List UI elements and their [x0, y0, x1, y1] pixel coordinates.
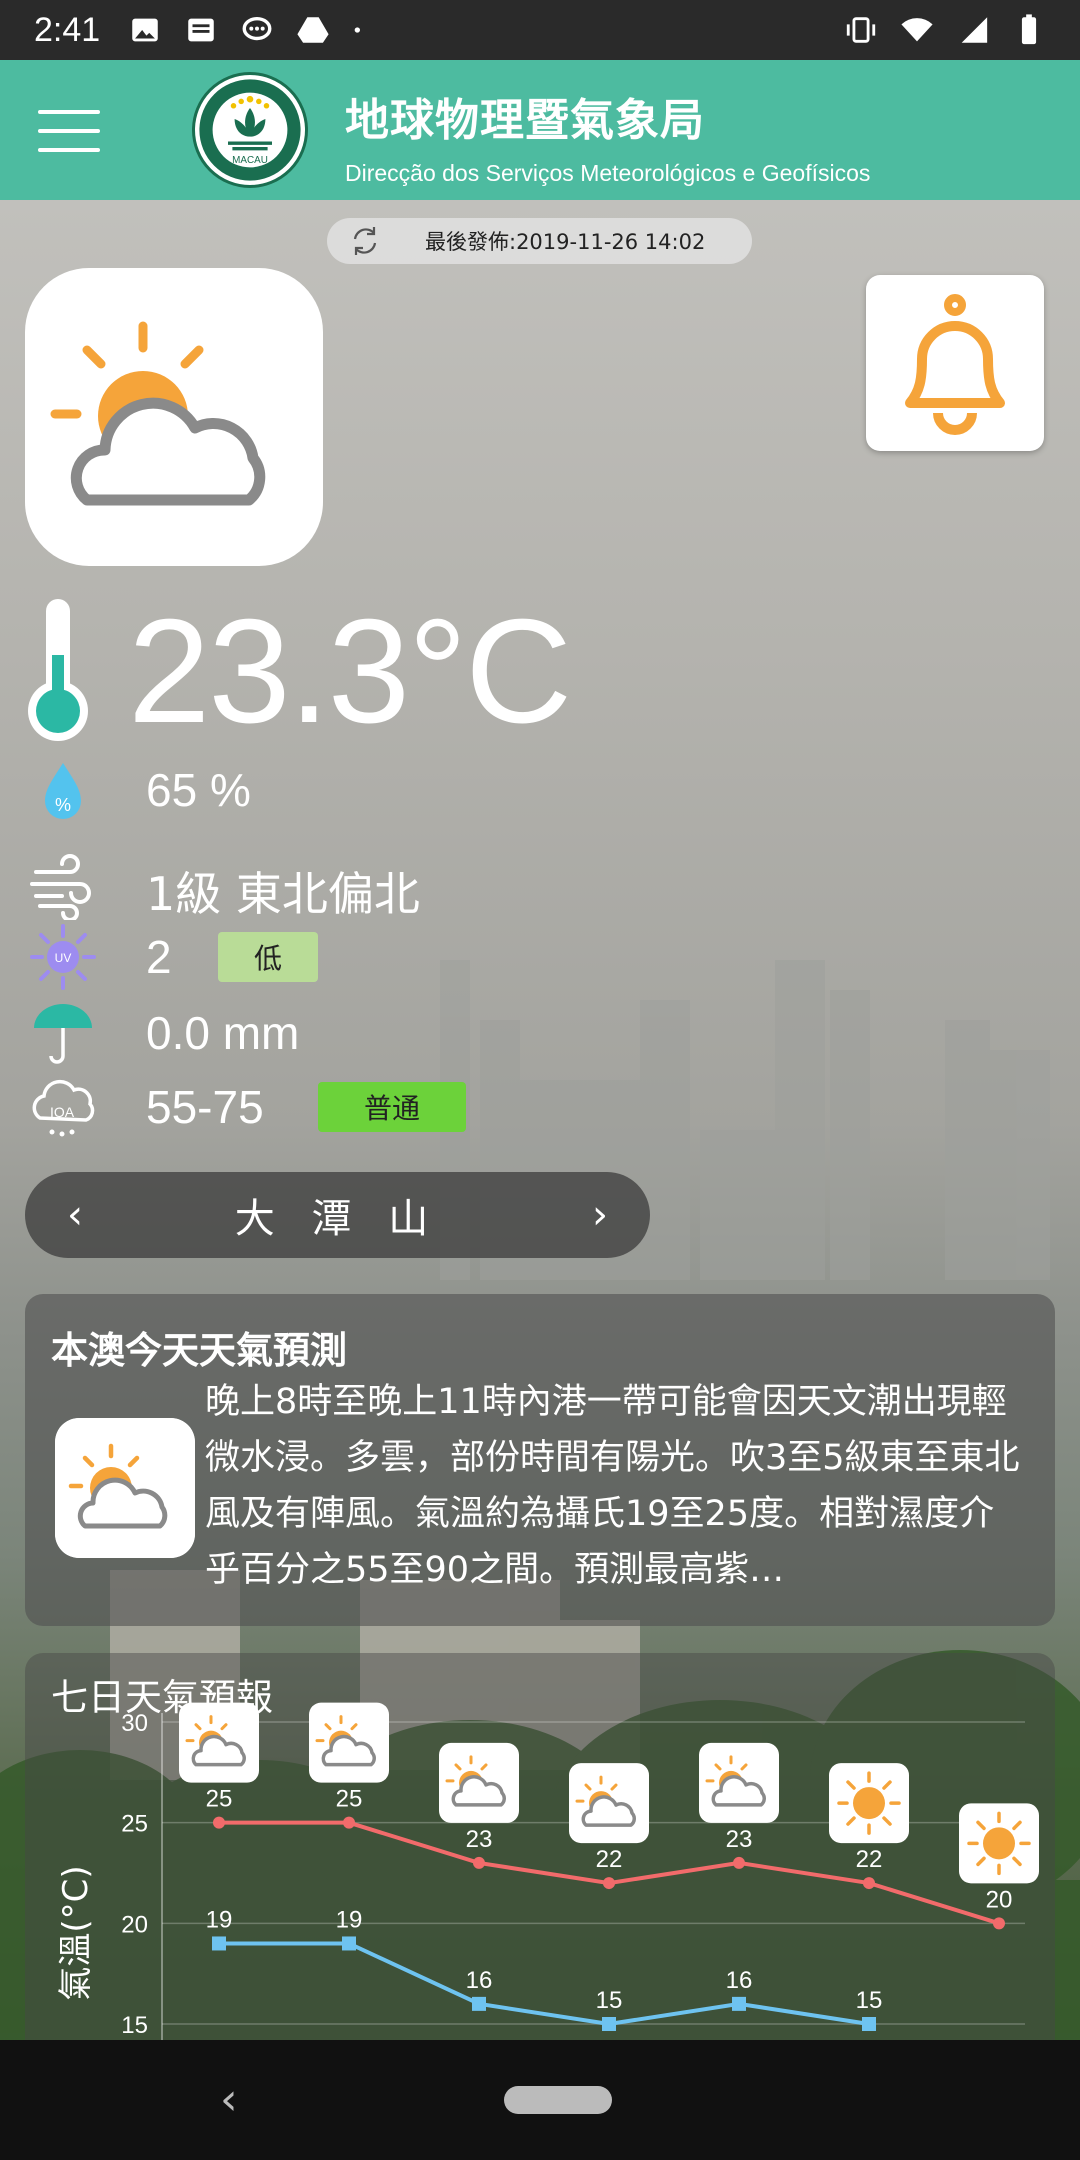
status-time: 2:41 — [34, 10, 101, 49]
header-subtitle: Direcção dos Serviços Meteorológicos e G… — [345, 160, 871, 186]
station-name[interactable]: 大 潭 山 — [235, 1186, 440, 1244]
refresh-icon[interactable] — [345, 221, 385, 261]
low-temperature-label: 19 — [336, 1906, 363, 1933]
image-notification-icon — [132, 18, 158, 42]
svg-text:MACAU: MACAU — [232, 155, 268, 166]
seven-day-forecast-card[interactable]: 30 25 20 15 氣溫(°C) 25 25 23 22 23 22 20 19 19 16 15 16 15… — [25, 1653, 1055, 2043]
low-temperature-line — [219, 1941, 870, 2027]
warnings-button[interactable] — [866, 275, 1044, 451]
thermometer-icon — [28, 599, 88, 741]
wind-icon — [30, 854, 91, 920]
seven-day-forecast-title: 七日天氣預報 — [51, 1676, 273, 1719]
next-station-button[interactable]: › — [580, 1192, 620, 1238]
y-tick-label: 15 — [121, 2012, 148, 2039]
uv-value: 2 — [146, 931, 172, 983]
today-forecast-title: 本澳今天天氣預測 — [51, 1329, 347, 1372]
low-temperature-label: 15 — [856, 1987, 883, 2014]
news-notification-icon — [188, 18, 214, 42]
humidity-value: 65 % — [146, 764, 251, 816]
rainfall-row: 0.0 mm — [28, 998, 628, 1068]
last-update-text: 最後發佈:2019-11-26 14:02 — [425, 230, 706, 254]
high-temperature-label: 23 — [726, 1826, 753, 1853]
wind-row: 1級 東北偏北 — [28, 850, 628, 921]
header-title: 地球物理暨氣象局 — [345, 95, 705, 146]
high-temperature-point — [213, 1816, 225, 1829]
air-quality-value: 55-75 — [146, 1081, 264, 1133]
uv-level-badge: 低 — [218, 932, 318, 982]
status-bar: 2:41 — [0, 0, 1080, 60]
low-temperature-label: 16 — [726, 1967, 753, 1994]
high-temperature-point — [993, 1917, 1005, 1930]
y-axis-label: 氣溫(°C) — [56, 1865, 96, 2000]
partly-cloudy-icon — [50, 321, 266, 506]
y-tick-label: 20 — [121, 1911, 148, 1938]
high-temperature-point — [473, 1856, 485, 1869]
high-temperature-label: 25 — [336, 1786, 363, 1813]
today-forecast-card[interactable]: 本澳今天天氣預測 晚上8時至晚上11時內港一帶可能會因天文潮出現輕微水浸。多雲，… — [25, 1294, 1055, 1626]
high-temperature-label: 22 — [596, 1846, 623, 1873]
svg-text:IQA: IQA — [50, 1104, 75, 1120]
wind-value: 1級 東北偏北 — [146, 867, 420, 921]
high-temperature-point — [733, 1856, 745, 1869]
system-navigation-bar: ‹ — [0, 2040, 1080, 2160]
low-temperature-label: 19 — [206, 1906, 233, 1933]
menu-icon — [38, 110, 100, 114]
humidity-row: % 65 % — [28, 755, 628, 825]
menu-button[interactable] — [38, 110, 100, 152]
partly-cloudy-icon — [309, 1702, 389, 1783]
low-temperature-point — [602, 2017, 616, 2031]
air-quality-level-badge: 普通 — [318, 1082, 466, 1132]
high-temperature-point — [603, 1877, 615, 1890]
low-temperature-point — [342, 1936, 356, 1951]
partly-cloudy-icon — [439, 1742, 519, 1823]
more-notifications-dot-icon — [354, 27, 361, 33]
bell-icon — [905, 294, 1005, 435]
high-temperature-point — [863, 1877, 875, 1890]
low-temperature-label: 15 — [596, 1987, 623, 2014]
high-temperature-label: 25 — [206, 1786, 233, 1813]
back-button[interactable]: ‹ — [220, 2074, 238, 2125]
previous-station-button[interactable]: ‹ — [55, 1192, 95, 1238]
app-header: MACAU 地球物理暨氣象局 Direcção dos Serviços Met… — [0, 60, 1080, 200]
today-forecast-text: 晚上8時至晚上11時內港一帶可能會因天文潮出現輕微水浸。多雲，部份時間有陽光。吹… — [205, 1382, 1020, 1590]
last-update-pill[interactable]: 最後發佈:2019-11-26 14:02 — [327, 218, 752, 264]
high-temperature-label: 22 — [856, 1846, 883, 1873]
svg-text:%: % — [55, 795, 71, 815]
macau-emblem-logo: MACAU — [192, 72, 308, 188]
svg-text:UV: UV — [55, 951, 72, 965]
partly-cloudy-icon — [699, 1742, 779, 1823]
sunny-icon — [829, 1763, 909, 1844]
air-quality-row: IQA 55-75 普通 — [28, 1072, 628, 1142]
umbrella-icon — [34, 1004, 92, 1064]
air-quality-cloud-icon: IQA — [32, 1079, 95, 1137]
low-temperature-point — [472, 1996, 486, 2011]
low-temperature-point — [732, 1996, 746, 2011]
partly-cloudy-icon — [55, 1418, 195, 1558]
high-temperature-label: 20 — [986, 1886, 1013, 1913]
current-weather-icon-card[interactable] — [25, 268, 323, 566]
drive-notification-icon — [297, 17, 329, 43]
uv-sun-icon: UV — [30, 924, 96, 990]
high-temperature-label: 23 — [466, 1826, 493, 1853]
low-temperature-point — [212, 1936, 226, 1951]
sunny-icon — [959, 1803, 1039, 1884]
y-tick-label: 25 — [121, 1811, 148, 1838]
uv-row: UV 2 低 — [28, 922, 628, 992]
home-button[interactable] — [504, 2086, 612, 2114]
low-temperature-label: 16 — [466, 1967, 493, 1994]
signal-roaming-icon — [961, 17, 988, 43]
vibrate-icon — [846, 17, 876, 43]
humidity-drop-icon: % — [45, 763, 81, 819]
high-temperature-point — [343, 1816, 355, 1829]
partly-cloudy-icon — [569, 1763, 649, 1844]
chat-notification-icon — [242, 16, 272, 41]
rainfall-value: 0.0 mm — [146, 1007, 300, 1059]
low-temperature-point — [862, 2017, 876, 2031]
current-temperature: 23.3°C — [128, 589, 572, 754]
station-selector: ‹ 大 潭 山 › — [25, 1172, 650, 1258]
battery-icon — [1021, 14, 1037, 45]
wifi-icon — [901, 18, 933, 42]
